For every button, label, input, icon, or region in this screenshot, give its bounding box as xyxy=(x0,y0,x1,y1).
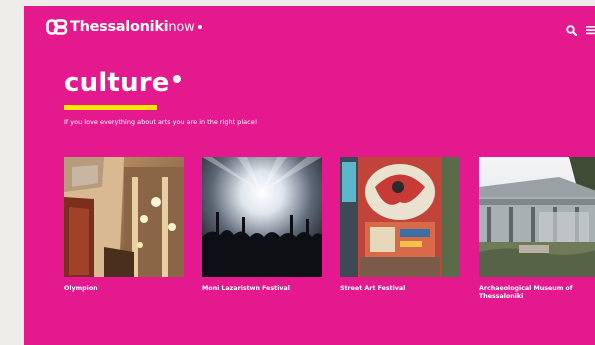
title-underline xyxy=(64,105,157,110)
card-street-art-festival[interactable]: Street Art Festival xyxy=(340,157,460,293)
menu-icon[interactable] xyxy=(586,25,595,35)
search-icon[interactable] xyxy=(566,25,577,36)
card-moni-lazaristwn-festival[interactable]: Moni Lazaristwn Festival xyxy=(202,157,322,293)
logo-text-light: now xyxy=(168,19,195,35)
theater-facade-photo xyxy=(64,157,184,277)
page-panel: Thessaloniki now culture If you love eve… xyxy=(24,6,595,345)
logo-mark-icon xyxy=(46,19,68,35)
logo-dot xyxy=(197,24,202,29)
card-olympion[interactable]: Olympion xyxy=(64,157,184,293)
graffiti-wall-photo xyxy=(340,157,460,277)
card-archaeological-museum[interactable]: Archaeological Museum of Thessaloniki xyxy=(479,157,595,301)
concert-crowd-photo xyxy=(202,157,322,277)
museum-building-photo xyxy=(479,157,595,277)
card-label: Street Art Festival xyxy=(340,285,406,292)
site-logo[interactable]: Thessaloniki now xyxy=(46,17,202,37)
logo-text-bold: Thessaloniki xyxy=(70,19,169,35)
title-dot xyxy=(172,75,181,83)
page-heading: culture xyxy=(64,68,181,98)
card-label: Archaeological Museum of Thessaloniki xyxy=(479,285,573,300)
page-subtitle: If you love everything about arts you ar… xyxy=(64,118,258,126)
page-title: culture xyxy=(64,68,170,98)
card-label: Moni Lazaristwn Festival xyxy=(202,285,290,292)
card-label: Olympion xyxy=(64,285,98,292)
